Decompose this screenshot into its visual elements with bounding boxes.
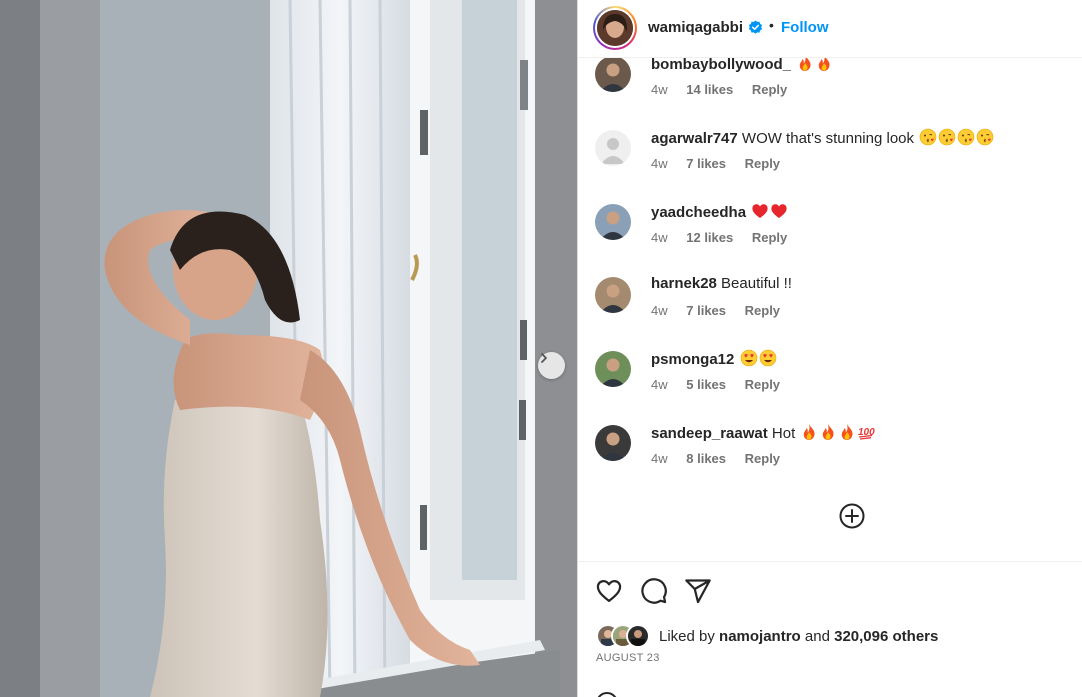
hundred-emoji-icon: 100 (858, 427, 875, 440)
post-date[interactable]: AUGUST 23 (596, 652, 660, 664)
like-heart-icon[interactable] (595, 577, 623, 605)
comment-meta: 4w 7 likes Reply (651, 303, 795, 318)
liker-avatar[interactable] (626, 624, 650, 648)
kiss-emoji-icon (938, 128, 956, 146)
comment-reply-button[interactable]: Reply (752, 230, 787, 245)
post-photo (0, 0, 577, 697)
comment-reply-button[interactable]: Reply (745, 156, 780, 171)
comment-likes[interactable]: 8 likes (686, 451, 726, 466)
comment-meta: 4w 8 likes Reply (651, 451, 795, 466)
comment-avatar[interactable] (595, 130, 631, 166)
comment-avatar[interactable] (595, 58, 631, 92)
comment-reply-button[interactable]: Reply (745, 303, 780, 318)
share-icon[interactable] (684, 577, 712, 605)
likes-prefix: Liked by (659, 628, 715, 645)
fire-emoji-icon (799, 58, 811, 71)
comment-emojis: 100 (799, 424, 875, 442)
comment-item: bombaybollywood_ 4w 14 likes Reply (578, 58, 1082, 120)
comment-username[interactable]: agarwalr747 (651, 130, 738, 147)
next-media-button[interactable] (538, 352, 565, 379)
comment-likes[interactable]: 14 likes (686, 82, 733, 97)
hearteyes-emoji-icon (759, 349, 776, 367)
comment-username[interactable]: psmonga12 (651, 351, 734, 368)
liker-username[interactable]: namojantro (719, 628, 801, 645)
comment-body: yaadcheedha (651, 202, 788, 221)
comment-avatar[interactable] (595, 204, 631, 240)
comment-username[interactable]: sandeep_raawat (651, 425, 768, 442)
comment-reply-button[interactable]: Reply (752, 82, 787, 97)
comment-avatar[interactable] (595, 425, 631, 461)
comment-avatar[interactable] (595, 351, 631, 387)
comment-reply-button[interactable]: Reply (745, 377, 780, 392)
comment-likes[interactable]: 7 likes (686, 303, 726, 318)
likes-others-link[interactable]: 320,096 others (834, 628, 938, 645)
comment-time[interactable]: 4w (651, 156, 668, 171)
fire-emoji-icon (823, 424, 834, 440)
comment-text: WOW that's stunning look (741, 130, 915, 147)
comment-username[interactable]: harnek28 (651, 275, 717, 292)
comment-time[interactable]: 4w (651, 451, 668, 466)
comment-reply-button[interactable]: Reply (745, 451, 780, 466)
comment-avatar[interactable] (595, 277, 631, 313)
header-separator: • (769, 17, 774, 33)
comment-meta: 4w 7 likes Reply (651, 156, 795, 171)
heart-emoji-icon (752, 204, 768, 218)
comment-time[interactable]: 4w (651, 303, 668, 318)
comment-item: sandeep_raawat Hot 100 4w 8 likes Reply (578, 415, 1082, 489)
comment-username[interactable]: yaadcheedha (651, 204, 746, 221)
comment-meta: 4w 5 likes Reply (651, 377, 795, 392)
comment-emojis (918, 128, 994, 147)
follow-button[interactable]: Follow (781, 19, 829, 36)
comment-icon[interactable] (640, 577, 668, 605)
comment-item: psmonga12 4w 5 likes Reply (578, 341, 1082, 415)
comment-meta: 4w 14 likes Reply (651, 82, 802, 97)
comment-body: harnek28 Beautiful !! (651, 275, 792, 292)
comment-emojis (750, 204, 788, 221)
comment-time[interactable]: 4w (651, 230, 668, 245)
author-photo (597, 10, 633, 46)
kiss-emoji-icon (919, 128, 937, 146)
instagram-post-view: wamiqagabbi • Follow bombaybollywood_ 4w… (0, 0, 1082, 697)
comment-meta: 4w 12 likes Reply (651, 230, 802, 245)
comment-body: bombaybollywood_ (651, 58, 833, 73)
comment-item: harnek28 Beautiful !! 4w 7 likes Reply (578, 267, 1082, 341)
likes-summary: Liked by namojantro and 320,096 others (596, 624, 1076, 648)
emoji-picker-icon[interactable] (596, 692, 618, 697)
fire-emoji-icon (818, 58, 830, 71)
comment-item: agarwalr747 WOW that's stunning look 4w … (578, 120, 1082, 194)
post-header: wamiqagabbi • Follow (578, 0, 1082, 58)
comment-emojis (795, 58, 833, 73)
post-actions: Liked by namojantro and 320,096 others A… (578, 561, 1082, 697)
kiss-emoji-icon (976, 128, 994, 146)
comment-body: psmonga12 (651, 349, 777, 368)
comment-body: sandeep_raawat Hot 100 (651, 423, 875, 442)
likes-conjunction: and (804, 628, 830, 645)
post-media[interactable] (0, 0, 577, 697)
author-username[interactable]: wamiqagabbi (648, 19, 743, 36)
kiss-emoji-icon (957, 128, 975, 146)
comment-item: yaadcheedha 4w 12 likes Reply (578, 194, 1082, 268)
likes-text: Liked by namojantro and 320,096 others (659, 628, 938, 645)
comment-likes[interactable]: 12 likes (686, 230, 733, 245)
author-avatar[interactable] (593, 6, 637, 50)
fire-emoji-icon (842, 424, 853, 440)
chevron-right-icon (541, 353, 547, 363)
fire-emoji-icon (804, 424, 815, 440)
comment-time[interactable]: 4w (651, 82, 668, 97)
heart-emoji-icon (771, 204, 787, 218)
comment-text: Beautiful !! (721, 275, 792, 292)
verified-badge-icon (748, 20, 763, 34)
comment-username[interactable]: bombaybollywood_ (651, 58, 791, 73)
comment-emojis (739, 349, 777, 368)
comment-text: Hot (771, 425, 796, 442)
comments-list[interactable]: bombaybollywood_ 4w 14 likes Reply agarw… (578, 58, 1082, 561)
post-side-panel: wamiqagabbi • Follow bombaybollywood_ 4w… (577, 0, 1082, 697)
comment-time[interactable]: 4w (651, 377, 668, 392)
comment-likes[interactable]: 7 likes (686, 156, 726, 171)
comment-likes[interactable]: 5 likes (686, 377, 726, 392)
comment-body: agarwalr747 WOW that's stunning look (651, 128, 994, 147)
load-more-comments-icon[interactable] (838, 502, 866, 530)
hearteyes-emoji-icon (740, 349, 757, 367)
